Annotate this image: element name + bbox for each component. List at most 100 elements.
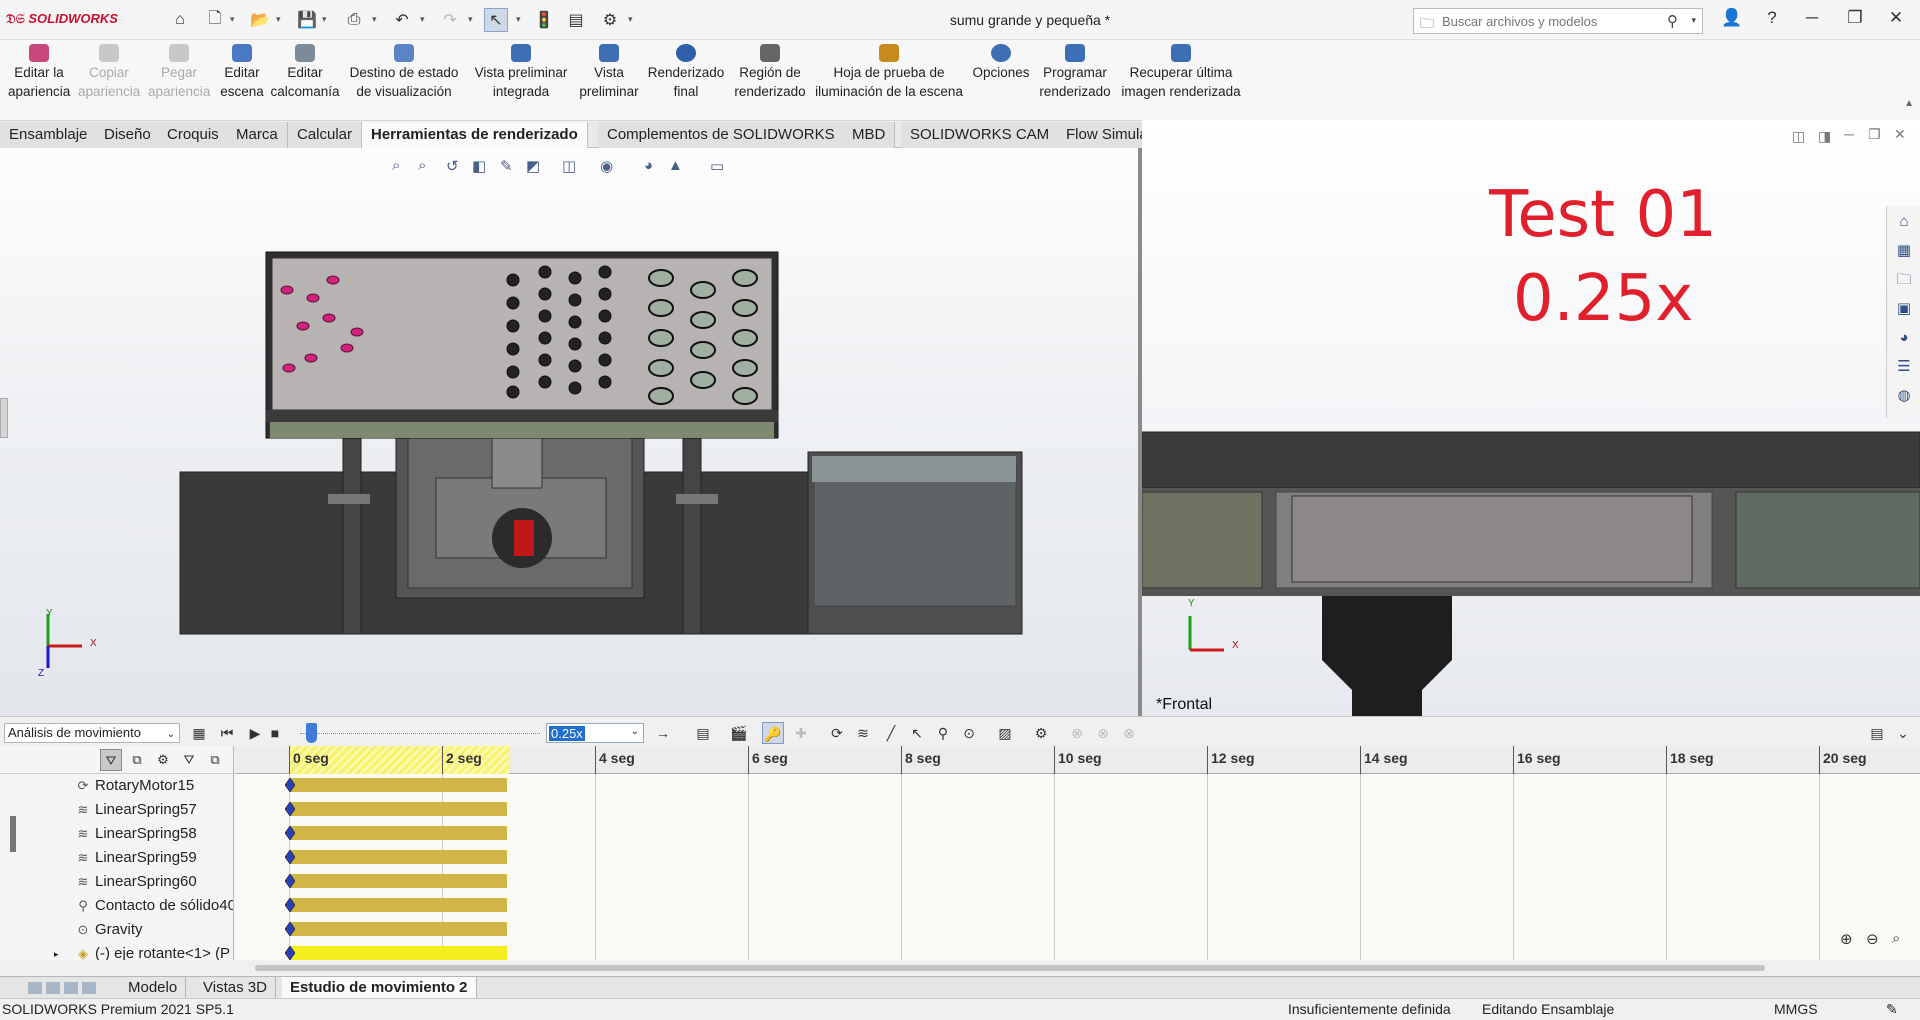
status-units[interactable]: MMGS [1774, 999, 1818, 1020]
search-box[interactable]: 🗀 ⚲ ▾ [1413, 8, 1703, 34]
undo-dropdown-icon[interactable]: ▾ [420, 14, 425, 25]
rebuild-traffic-light-icon[interactable]: 🚦 [532, 8, 556, 32]
timeline-duration-bar[interactable] [291, 874, 507, 888]
appearances-scenes-icon[interactable]: ◕ [1889, 325, 1919, 351]
final-render-button[interactable]: Renderizado final [646, 44, 726, 101]
save-icon[interactable]: 💾 [295, 8, 319, 32]
tree-item[interactable]: ≋ LinearSpring59 [0, 846, 233, 870]
save-dropdown-icon[interactable]: ▾ [322, 14, 327, 25]
search-input[interactable] [1442, 12, 1662, 30]
collapse-ribbon-icon[interactable]: ▲ [1904, 98, 1914, 109]
motion-study-properties-icon[interactable]: ⚙ [1030, 722, 1052, 744]
timeline-duration-bar[interactable] [291, 778, 507, 792]
zoom-out-timeline-icon[interactable]: ⊖ [1866, 930, 1879, 948]
tree-item[interactable]: ≋ LinearSpring58 [0, 822, 233, 846]
timeline-duration-bar[interactable] [291, 922, 507, 936]
contact-icon[interactable]: ⚲ [932, 722, 954, 744]
force-icon[interactable]: ↖ [906, 722, 928, 744]
autokey-icon[interactable]: 🔑 [762, 722, 784, 744]
tab-render-tools[interactable]: Herramientas de renderizado [362, 122, 588, 148]
user-account-icon[interactable]: 👤 [1718, 8, 1746, 32]
filter-animated-icon[interactable]: ⛛ [100, 749, 122, 771]
redo-icon[interactable]: ↷ [438, 8, 462, 32]
timeline-ruler[interactable]: 0 seg 2 seg 4 seg 6 seg 8 seg 10 seg 12 seg 14 … [235, 746, 1920, 774]
options-dropdown-icon[interactable]: ▾ [628, 14, 633, 25]
assembly-model-left[interactable] [0, 148, 1138, 716]
recall-last-render-button[interactable]: Recuperar última imagen renderizada [1118, 44, 1244, 101]
tab-mbd[interactable]: MBD [843, 122, 896, 148]
stop-icon[interactable]: ■ [264, 722, 286, 744]
redo-dropdown-icon[interactable]: ▾ [468, 14, 473, 25]
tab-ensamblaje[interactable]: Ensamblaje [0, 122, 98, 148]
timeline-scrollbar[interactable] [235, 960, 1920, 974]
keyframe-diamond-icon[interactable] [285, 946, 295, 960]
edit-decal-button[interactable]: Editar calcomanía [270, 44, 340, 101]
keyframe-diamond-icon[interactable] [285, 874, 295, 888]
timeline-duration-bar[interactable] [291, 850, 507, 864]
tab-3d-views[interactable]: Vistas 3D [195, 977, 276, 999]
spring-icon[interactable]: ≋ [852, 722, 874, 744]
autofit-icon[interactable]: ⧉ [204, 749, 226, 771]
expand-arrow-icon[interactable]: ▸ [54, 942, 59, 960]
study-type-select[interactable]: Análisis de movimiento ⌄ [4, 723, 180, 743]
timeline-duration-bar[interactable] [291, 898, 507, 912]
add-key-icon[interactable]: ✚ [790, 722, 812, 744]
tab-solidworks-addins[interactable]: Complementos de SOLIDWORKS [598, 122, 845, 148]
new-dropdown-icon[interactable]: ▾ [230, 14, 235, 25]
tab-solidworks-cam[interactable]: SOLIDWORKS CAM [901, 122, 1060, 148]
file-explorer-icon[interactable]: 🗀 [1889, 267, 1919, 293]
status-tags-icon[interactable]: ✎ [1886, 999, 1898, 1020]
timeline-duration-bar[interactable] [291, 946, 507, 960]
timeline-layout-icon[interactable]: ▤ [1866, 722, 1888, 744]
tab-diseno[interactable]: Diseño [95, 122, 161, 148]
select-pointer-icon[interactable]: ↖ [484, 8, 508, 32]
close-window-icon[interactable]: ✕ [1882, 8, 1910, 32]
filter-results-icon[interactable]: ⛛ [178, 749, 200, 771]
timeline-collapse-icon[interactable]: ⌄ [1892, 722, 1914, 744]
lighting-proof-sheet-button[interactable]: Hoja de prueba de iluminación de la escen… [814, 44, 964, 101]
feature-tree-flyout-handle[interactable] [0, 398, 8, 438]
tab-model[interactable]: Modelo [120, 977, 187, 999]
display-state-button[interactable]: Destino de estado de visualización [346, 44, 462, 101]
last-tab-arrow-icon[interactable] [82, 982, 96, 994]
timeline-duration-bar[interactable] [291, 826, 507, 840]
search-dropdown-icon[interactable]: ▾ [1691, 15, 1696, 26]
minimize-window-icon[interactable]: ─ [1798, 8, 1826, 32]
tab-croquis[interactable]: Croquis [158, 122, 229, 148]
custom-properties-icon[interactable]: ☰ [1889, 354, 1919, 380]
keyframe-diamond-icon[interactable] [285, 898, 295, 912]
playback-mode-icon[interactable]: → [652, 722, 674, 744]
motion-timeline[interactable]: 0 seg 2 seg 4 seg 6 seg 8 seg 10 seg 12 seg 14 … [235, 746, 1920, 960]
motion-results-icon[interactable]: ⊗ [1118, 722, 1140, 744]
tree-item[interactable]: ≋ LinearSpring57 [0, 798, 233, 822]
damper-icon[interactable]: ╱ [880, 722, 902, 744]
playback-slider-track[interactable] [300, 733, 540, 734]
graphics-area-left[interactable]: ⌕ ⌕ ↺ ◧ ✎ ◩ ◫ ◉ ◕ ▲ ▭ Y X Z [0, 148, 1138, 716]
edit-appearance-button[interactable]: Editar la apariencia [8, 44, 70, 101]
filter-selected-icon[interactable]: ⚙ [152, 749, 174, 771]
print-dropdown-icon[interactable]: ▾ [372, 14, 377, 25]
tree-item[interactable]: ⟳ RotaryMotor15 [0, 774, 233, 798]
select-dropdown-icon[interactable]: ▾ [516, 14, 521, 25]
undo-icon[interactable]: ↶ [390, 8, 414, 32]
options-gear-icon[interactable]: ⚙ [598, 8, 622, 32]
prev-tab-arrow-icon[interactable] [46, 982, 60, 994]
render-options-button[interactable]: Opciones [970, 44, 1032, 82]
scrollbar-thumb[interactable] [255, 965, 1765, 971]
gravity-toolbar-icon[interactable]: ⊙ [958, 722, 980, 744]
play-icon[interactable]: ▶ [244, 722, 266, 744]
tree-item[interactable]: ⚲ Contacto de sólido40 [0, 894, 233, 918]
edit-scene-button[interactable]: Editar escena [218, 44, 266, 101]
tree-item[interactable]: ≋ LinearSpring60 [0, 870, 233, 894]
playback-slider-thumb[interactable] [306, 723, 317, 743]
next-tab-arrow-icon[interactable] [64, 982, 78, 994]
new-document-icon[interactable]: 🗋 [203, 8, 227, 32]
render-region-button[interactable]: Región de renderizado [732, 44, 808, 101]
keyframe-diamond-icon[interactable] [285, 826, 295, 840]
keyframe-diamond-icon[interactable] [285, 802, 295, 816]
file-properties-icon[interactable]: ▤ [564, 8, 588, 32]
keyframe-diamond-icon[interactable] [285, 922, 295, 936]
copy-appearance-button[interactable]: Copiar apariencia [78, 44, 140, 101]
restore-window-icon[interactable]: ❐ [1841, 8, 1869, 32]
print-icon[interactable]: ⎙ [342, 8, 366, 32]
